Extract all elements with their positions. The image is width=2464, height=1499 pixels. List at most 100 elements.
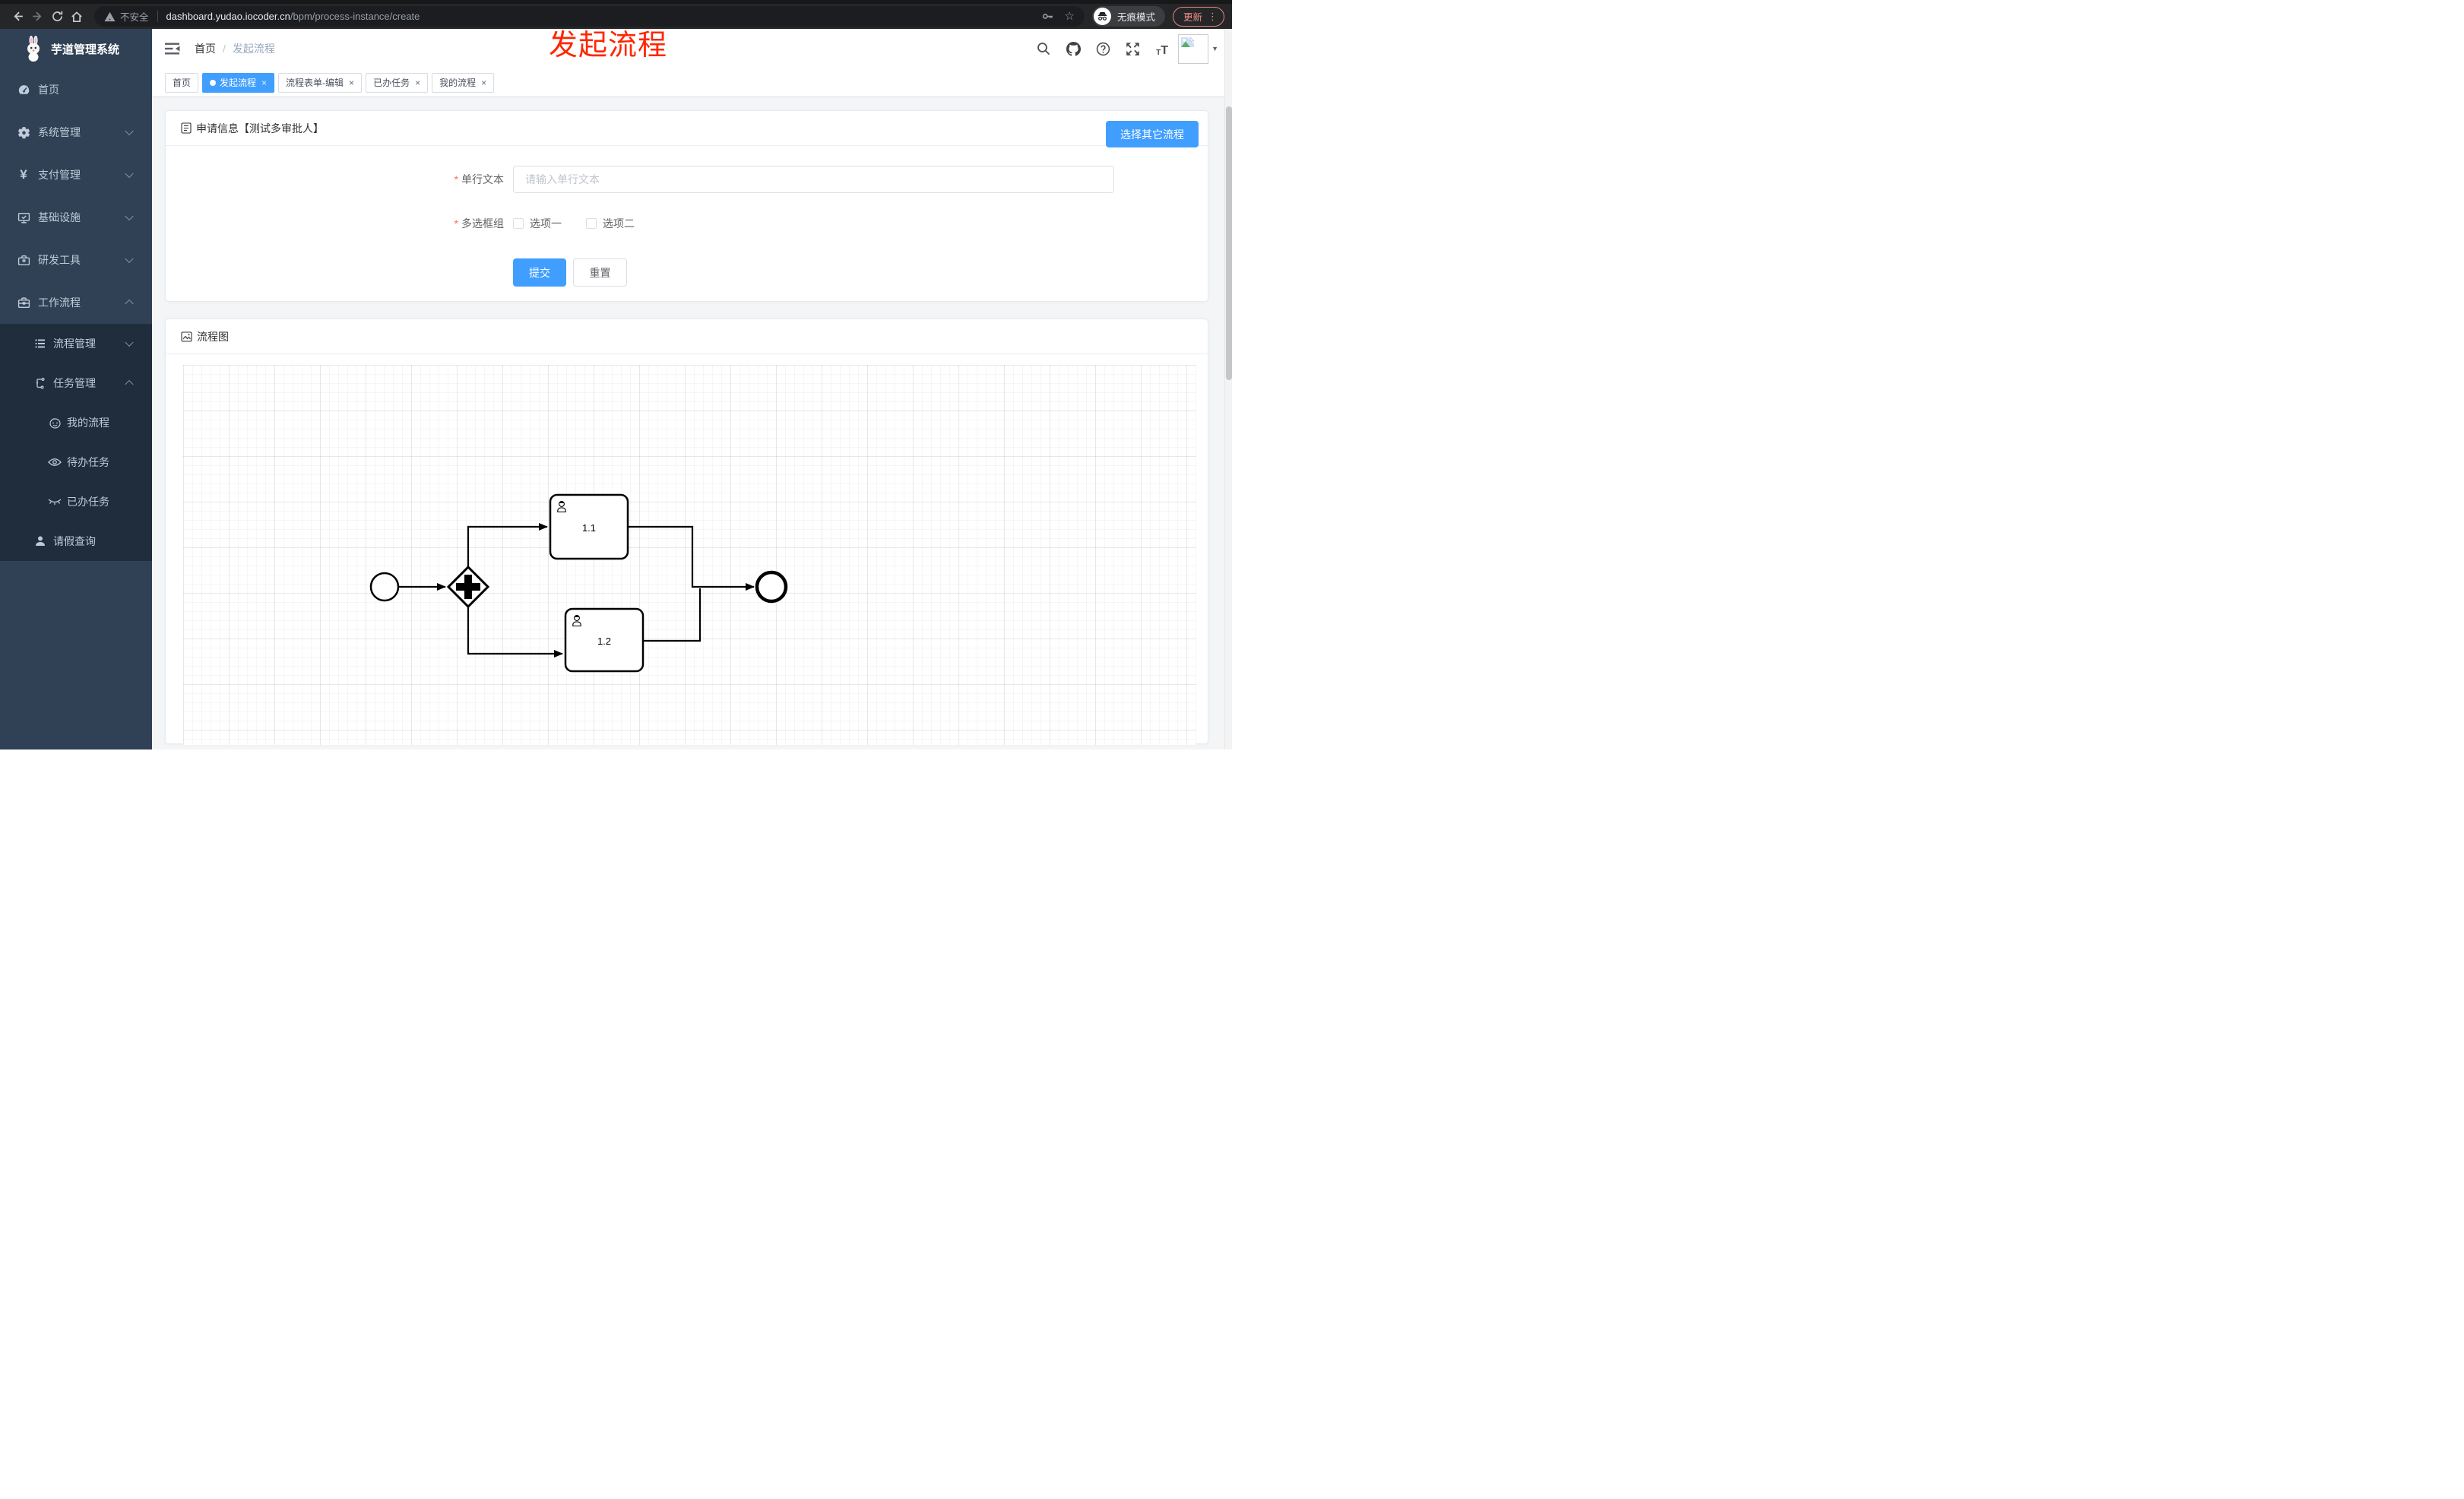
home-icon[interactable]: [67, 7, 87, 27]
sidebar-item-devtools[interactable]: 研发工具: [0, 239, 152, 281]
avatar[interactable]: [1178, 33, 1209, 64]
app-title: 芋道管理系统: [51, 43, 120, 56]
tree-list-icon: [33, 337, 47, 350]
dashboard-icon: [17, 83, 30, 97]
task-label: 1.1: [582, 522, 596, 534]
bpmn-canvas[interactable]: 1.1 1.2: [183, 365, 1196, 745]
bpmn-parallel-gateway[interactable]: [446, 565, 490, 609]
yen-icon: ¥: [20, 167, 27, 182]
reload-icon[interactable]: [47, 7, 67, 27]
tab-done-tasks[interactable]: 已办任务 ×: [366, 72, 429, 93]
chevron-down-icon: [125, 254, 134, 264]
breadcrumb-current: 发起流程: [232, 43, 275, 55]
sidebar-item-system[interactable]: 系统管理: [0, 111, 152, 154]
tab-home[interactable]: 首页: [165, 72, 199, 93]
breadcrumb-home[interactable]: 首页: [195, 41, 216, 56]
chevron-down-icon: [125, 338, 134, 347]
sidebar-item-done-tasks[interactable]: 已办任务: [0, 482, 152, 521]
scrollbar-thumb[interactable]: [1226, 106, 1232, 380]
page: 不安全 dashboard.yudao.iocoder.cn/bpm/proce…: [0, 0, 1232, 750]
incognito-label: 无痕模式: [1116, 12, 1155, 23]
tab-start-process[interactable]: 发起流程 ×: [202, 72, 275, 93]
sidebar-item-infra[interactable]: 基础设施: [0, 196, 152, 239]
sidebar-item-home[interactable]: 首页: [0, 68, 152, 111]
browser-update-button[interactable]: 更新 ⋮: [1172, 6, 1224, 27]
bpmn-start-event[interactable]: [369, 572, 400, 602]
checkbox-option-2[interactable]: 选项二: [586, 216, 635, 231]
flow-task2-merge[interactable]: [643, 588, 702, 642]
logo-rabbit-icon: [27, 36, 40, 62]
main-area: 首页 / 发起流程 T T ▼ 首页 发起流程 × 流程表单-编辑 × 已办任务…: [152, 29, 1232, 750]
chevron-up-icon: [125, 299, 134, 309]
app-header: 首页 / 发起流程 T T ▼: [152, 29, 1232, 68]
fullscreen-icon[interactable]: [1124, 40, 1141, 57]
font-size-icon[interactable]: TT: [1154, 40, 1170, 57]
close-icon[interactable]: ×: [261, 78, 267, 87]
back-icon[interactable]: [8, 7, 27, 27]
bpmn-user-task-2[interactable]: 1.2: [564, 607, 645, 673]
apply-info-title: 申请信息【测试多审批人】: [196, 122, 324, 135]
bookmark-star-icon[interactable]: ☆: [1065, 11, 1075, 22]
flow-diagram-card: 流程图 1.1 1.2: [165, 318, 1208, 745]
github-icon[interactable]: [1065, 40, 1082, 57]
incognito-badge: 无痕模式: [1091, 6, 1165, 27]
flow-gateway-task2[interactable]: [467, 607, 563, 658]
chevron-up-icon: [125, 379, 134, 389]
tab-my-process[interactable]: 我的流程 ×: [432, 72, 495, 93]
forward-icon[interactable]: [27, 7, 47, 27]
checkbox-box[interactable]: [513, 218, 524, 229]
sidebar-item-task-mgmt[interactable]: 任务管理: [0, 363, 152, 403]
sidebar-item-leave-query[interactable]: 请假查询: [0, 521, 152, 561]
sidebar-item-workflow[interactable]: 工作流程: [0, 281, 152, 324]
checkbox-option-1[interactable]: 选项一: [513, 216, 562, 231]
breadcrumb: 首页 / 发起流程: [195, 41, 275, 56]
chevron-down-icon: [125, 126, 134, 136]
submit-button[interactable]: 提交: [513, 258, 566, 287]
sidebar-item-todo-tasks[interactable]: 待办任务: [0, 442, 152, 482]
sidebar-item-process-mgmt[interactable]: 流程管理: [0, 324, 152, 363]
close-icon[interactable]: ×: [349, 78, 354, 87]
apply-info-header: 申请信息【测试多审批人】: [166, 111, 1208, 146]
tab-form-edit[interactable]: 流程表单-编辑 ×: [278, 72, 363, 93]
sidebar-collapse-icon[interactable]: [164, 40, 181, 57]
reset-button[interactable]: 重置: [573, 258, 627, 287]
apply-info-card: 申请信息【测试多审批人】 选择其它流程 *单行文本 *多选框组 选项一: [165, 110, 1208, 302]
face-icon: [48, 416, 62, 429]
bpmn-user-task-1[interactable]: 1.1: [549, 493, 629, 560]
eye-closed-icon: [48, 495, 62, 509]
required-mark: *: [454, 217, 458, 230]
bpmn-end-event[interactable]: [755, 570, 788, 604]
choose-other-process-button[interactable]: 选择其它流程: [1106, 121, 1199, 147]
key-icon[interactable]: [1041, 10, 1054, 23]
sidebar-item-my-process[interactable]: 我的流程: [0, 403, 152, 442]
eye-open-icon: [48, 455, 62, 469]
browser-menu-icon[interactable]: ⋮: [1208, 11, 1218, 23]
page-content: 申请信息【测试多审批人】 选择其它流程 *单行文本 *多选框组 选项一: [152, 97, 1232, 750]
image-icon: [181, 331, 192, 342]
flow-task1-end[interactable]: [628, 525, 755, 591]
bpmn-diagram: 1.1 1.2: [369, 493, 788, 673]
broken-image-icon: [1181, 36, 1195, 47]
scrollbar[interactable]: [1224, 29, 1232, 750]
user-icon: [33, 534, 47, 548]
field-label-checkbox: * 多选框组: [454, 217, 504, 230]
flow-gateway-task1[interactable]: [467, 523, 548, 567]
app-logo[interactable]: 芋道管理系统: [0, 29, 152, 68]
chevron-down-icon: [125, 169, 134, 179]
active-dot: [210, 79, 217, 86]
search-icon[interactable]: [1035, 40, 1052, 57]
monitor-icon: [17, 211, 30, 224]
avatar-caret-icon[interactable]: ▼: [1211, 45, 1218, 52]
gear-icon: [17, 125, 30, 139]
workflow-submenu: 流程管理 任务管理 我的流程 待办任务 已办任务 请假查询: [0, 324, 152, 561]
sidebar-item-payment[interactable]: ¥ 支付管理: [0, 154, 152, 196]
checkbox-box[interactable]: [586, 218, 597, 229]
help-icon[interactable]: [1094, 40, 1111, 57]
close-icon[interactable]: ×: [415, 78, 420, 87]
incognito-icon: [1093, 8, 1111, 25]
single-line-text-input[interactable]: [513, 166, 1114, 193]
field-label-text: * 单行文本: [454, 173, 504, 185]
close-icon[interactable]: ×: [481, 78, 486, 87]
sidebar: 芋道管理系统 首页 系统管理 ¥ 支付管理 基础设施 研发工具 工作流程 流程管…: [0, 29, 152, 750]
chevron-down-icon: [125, 211, 134, 221]
